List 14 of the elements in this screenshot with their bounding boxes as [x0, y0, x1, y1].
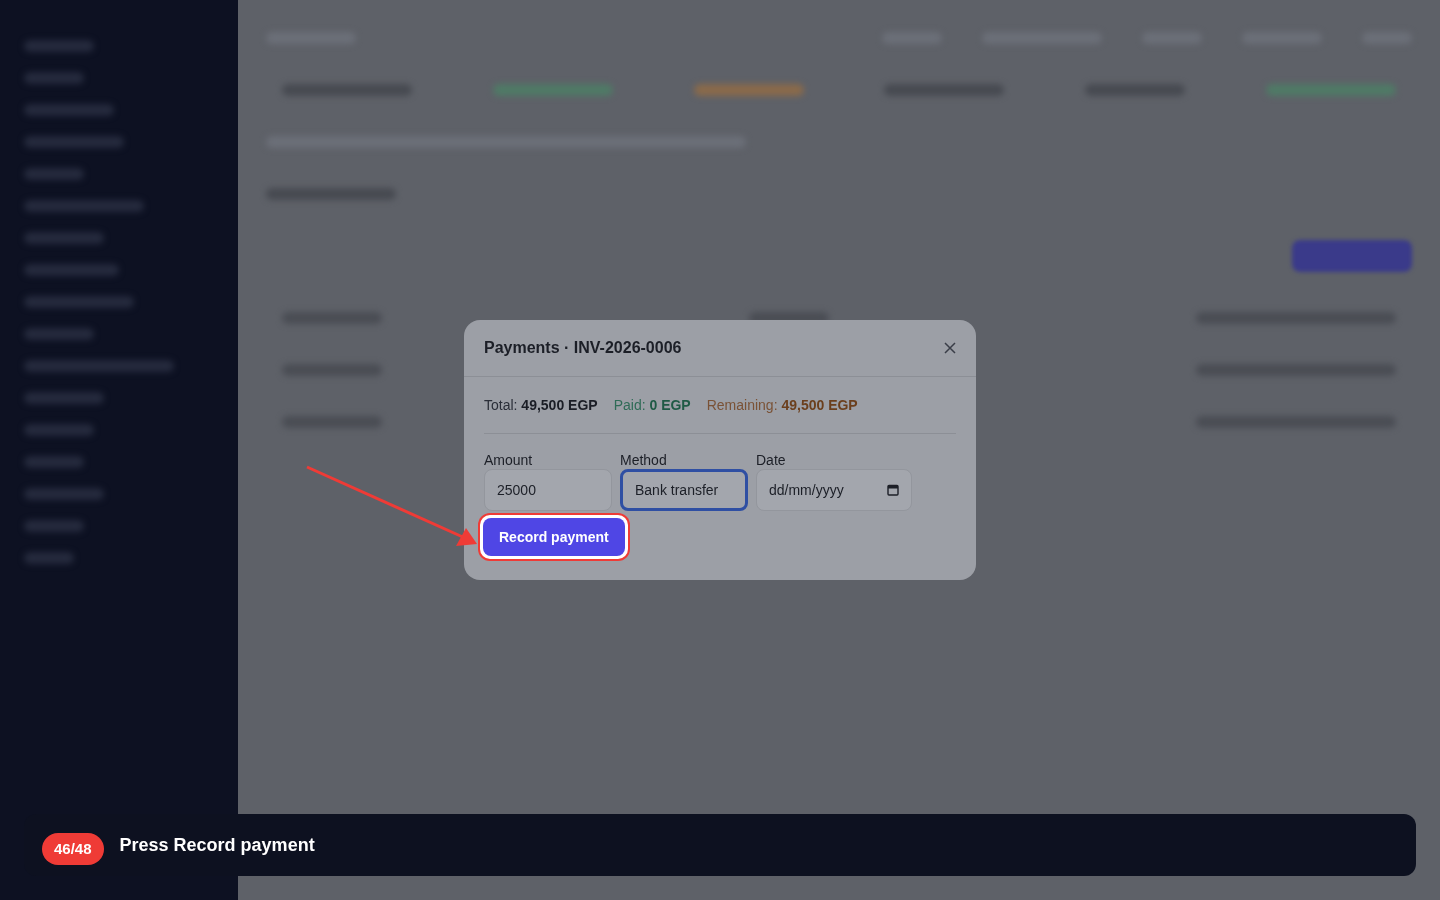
method-field[interactable]: Bank transfer — [620, 469, 748, 511]
field-label: Amount — [484, 451, 534, 469]
calendar-icon[interactable] — [887, 484, 899, 496]
dialog-title: Payments · INV-2026-0006 — [484, 338, 682, 358]
field-label: Method — [620, 451, 668, 469]
close-icon[interactable] — [944, 342, 956, 354]
step-counter: 46/48 — [42, 832, 104, 866]
summary-text: Remaining: 49,500 EGP — [706, 395, 858, 415]
field-label: Date — [756, 451, 787, 469]
tour-instruction: Press Record payment — [119, 833, 315, 857]
summary-text: Total: 49,500 EGP — [484, 395, 598, 415]
record-payment-button[interactable]: Record payment — [483, 518, 625, 556]
date-field[interactable]: dd/mm/yyyy — [756, 469, 912, 511]
summary-text: Paid: 0 EGP — [613, 395, 691, 415]
